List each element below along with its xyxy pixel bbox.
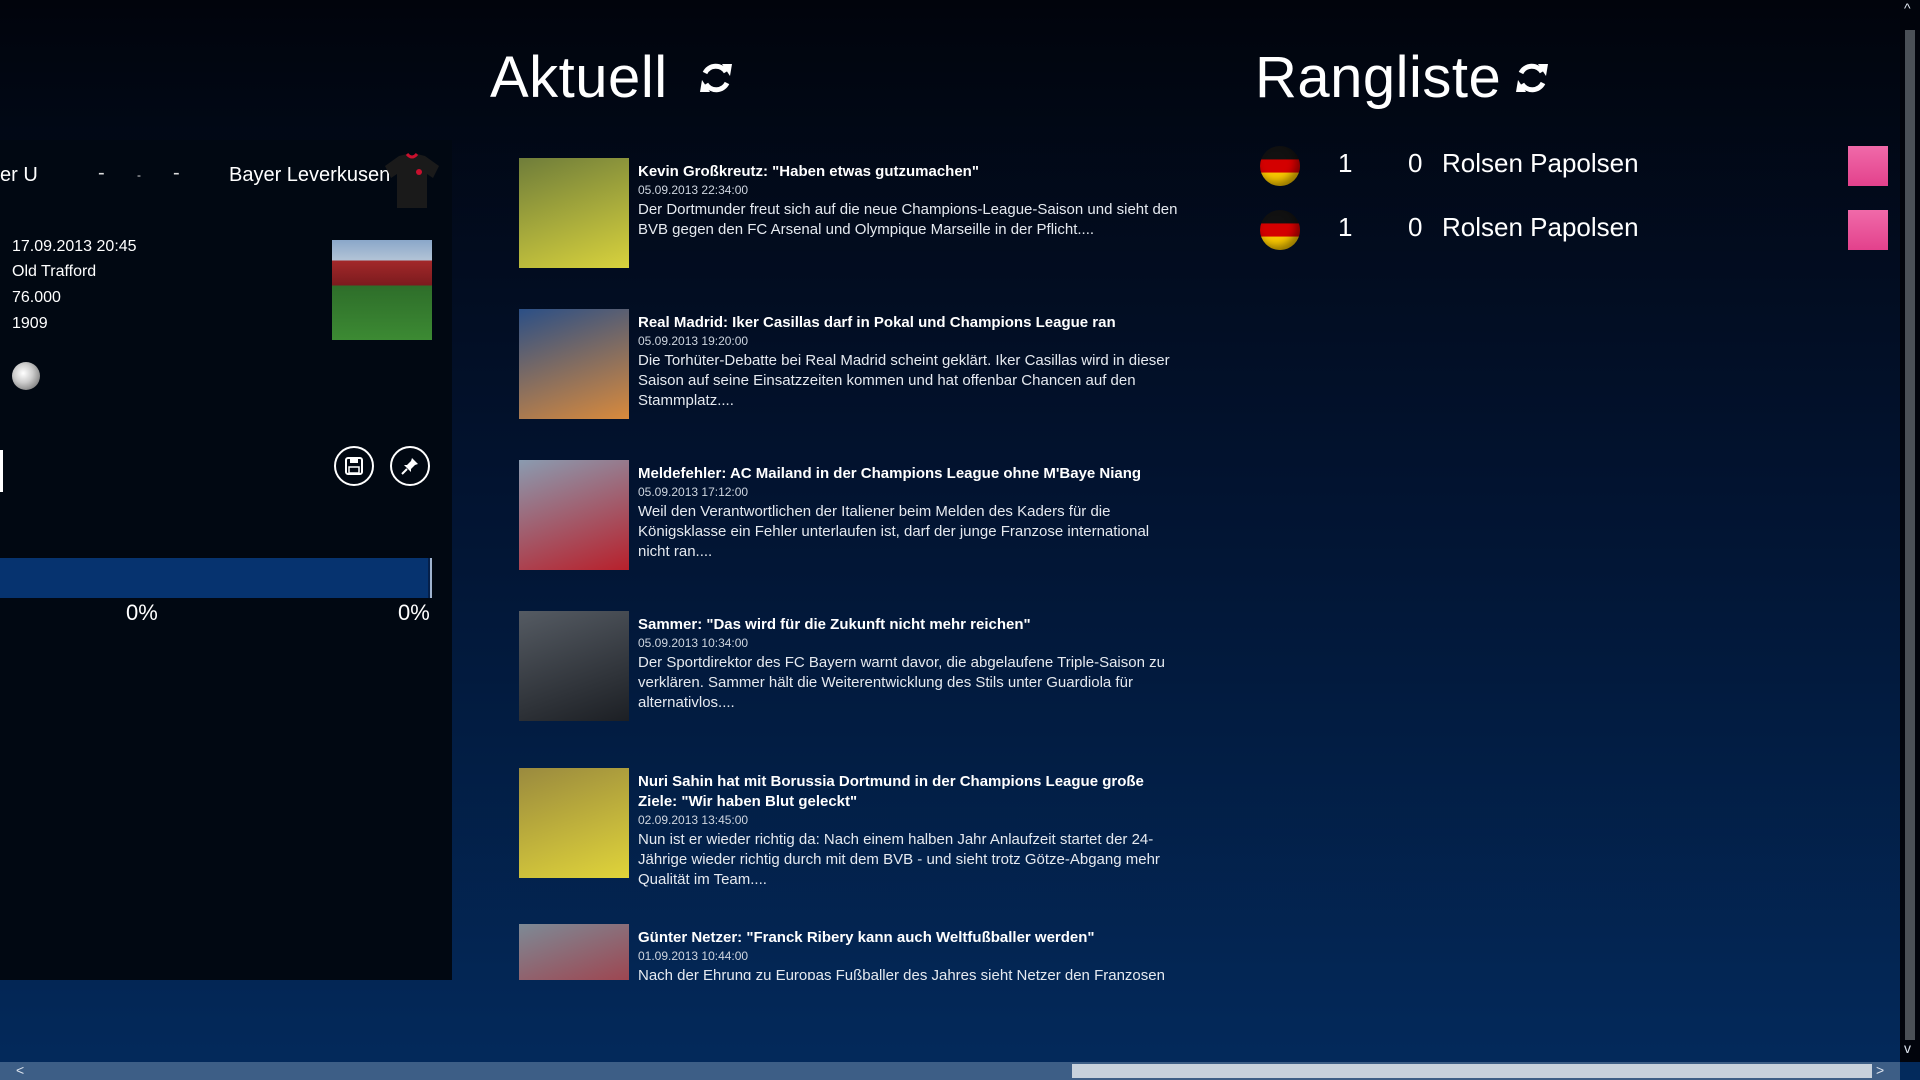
- match-year: 1909: [12, 315, 48, 332]
- news-description: Nun ist er wieder richtig da: Nach einem…: [638, 831, 1160, 888]
- news-title: Kevin Großkreutz: "Haben etwas gutzumach…: [638, 163, 979, 180]
- news-description: Der Dortmunder freut sich auf die neue C…: [638, 201, 1178, 238]
- vote-progress-end: [430, 558, 432, 598]
- stadium-image: [332, 240, 432, 340]
- ranking-position: 1: [1338, 148, 1353, 178]
- news-text: Nuri Sahin hat mit Borussia Dortmund in …: [638, 772, 1178, 890]
- refresh-ranking-icon[interactable]: [1512, 58, 1552, 98]
- news-text: Meldefehler: AC Mailand in der Champions…: [638, 464, 1178, 562]
- ranking-player-name: Rolsen Papolsen: [1442, 212, 1639, 242]
- soccer-ball-icon: [12, 362, 40, 390]
- jersey-icon: [385, 152, 439, 208]
- avatar: [1848, 210, 1888, 250]
- horizontal-scrollbar[interactable]: < >: [0, 1062, 1900, 1080]
- match-capacity: 76.000: [12, 289, 61, 306]
- vertical-scroll-thumb[interactable]: [1905, 30, 1915, 1040]
- vote-progress-fill: [0, 558, 428, 598]
- aktuell-title: Aktuell: [490, 45, 668, 110]
- away-team-name: Bayer Leverkusen: [229, 164, 391, 186]
- vertical-scrollbar[interactable]: ^ v: [1900, 0, 1920, 1062]
- match-datetime: 17.09.2013 20:45: [12, 238, 137, 255]
- home-team-name: er U: [0, 164, 38, 186]
- match-stadium: Old Trafford: [12, 263, 97, 280]
- match-panel: er U - - - Bayer Leverkusen 17.09.2013 2…: [0, 140, 452, 980]
- refresh-news-icon[interactable]: [696, 58, 736, 98]
- news-date: 05.09.2013 22:34:00: [638, 183, 749, 197]
- away-percentage: 0%: [398, 600, 430, 625]
- news-text: Sammer: "Das wird für die Zukunft nicht …: [638, 615, 1178, 713]
- news-thumbnail: [519, 158, 629, 268]
- text-cursor: [0, 450, 3, 492]
- news-description: Die Torhüter-Debatte bei Real Madrid sch…: [638, 352, 1170, 409]
- news-date: 05.09.2013 19:20:00: [638, 334, 749, 348]
- news-text: Günter Netzer: "Franck Ribery kann auch …: [638, 928, 1178, 980]
- news-thumbnail: [519, 309, 629, 419]
- news-date: 01.09.2013 10:44:00: [638, 949, 749, 963]
- news-list: Kevin Großkreutz: "Haben etwas gutzumach…: [519, 158, 1179, 980]
- germany-flag-icon: [1260, 210, 1300, 250]
- news-thumbnail: [519, 768, 629, 878]
- ranking-row[interactable]: 1 0 Rolsen Papolsen: [1260, 140, 1900, 190]
- horizontal-scroll-thumb[interactable]: [1072, 1064, 1872, 1078]
- news-title: Günter Netzer: "Franck Ribery kann auch …: [638, 929, 1095, 946]
- news-thumbnail: [519, 611, 629, 721]
- news-title: Meldefehler: AC Mailand in der Champions…: [638, 465, 1142, 482]
- ranking-row[interactable]: 1 0 Rolsen Papolsen: [1260, 204, 1900, 254]
- scroll-down-arrow[interactable]: v: [1904, 1040, 1911, 1056]
- news-thumbnail: [519, 460, 629, 570]
- news-description: Weil den Verantwortlichen der Italiener …: [638, 503, 1150, 560]
- score-dash: -: [98, 162, 105, 184]
- news-thumbnail: [519, 924, 629, 980]
- score-dash: -: [137, 168, 141, 182]
- news-description: Nach der Ehrung zu Europas Fußballer des…: [638, 967, 1165, 980]
- ranking-points: 0: [1408, 148, 1423, 178]
- news-date: 05.09.2013 17:12:00: [638, 485, 749, 499]
- ranking-player-name: Rolsen Papolsen: [1442, 148, 1639, 178]
- save-icon: [345, 457, 363, 475]
- score-dash: -: [173, 162, 180, 184]
- avatar: [1848, 146, 1888, 186]
- news-title: Nuri Sahin hat mit Borussia Dortmund in …: [638, 773, 1144, 810]
- scroll-up-arrow[interactable]: ^: [1904, 0, 1911, 16]
- ranking-position: 1: [1338, 212, 1353, 242]
- news-date: 05.09.2013 10:34:00: [638, 636, 749, 650]
- pin-button[interactable]: [390, 446, 430, 486]
- news-text: Kevin Großkreutz: "Haben etwas gutzumach…: [638, 162, 1178, 240]
- news-text: Real Madrid: Iker Casillas darf in Pokal…: [638, 313, 1178, 411]
- news-title: Real Madrid: Iker Casillas darf in Pokal…: [638, 314, 1116, 331]
- ranking-points: 0: [1408, 212, 1423, 242]
- save-button[interactable]: [334, 446, 374, 486]
- news-description: Der Sportdirektor des FC Bayern warnt da…: [638, 654, 1165, 711]
- pin-icon: [401, 458, 418, 475]
- news-date: 02.09.2013 13:45:00: [638, 813, 749, 827]
- germany-flag-icon: [1260, 146, 1300, 186]
- vote-progress-bar: [0, 558, 432, 598]
- news-title: Sammer: "Das wird für die Zukunft nicht …: [638, 616, 1031, 633]
- scroll-left-arrow[interactable]: <: [16, 1062, 24, 1078]
- home-percentage: 0%: [126, 600, 158, 625]
- rangliste-title: Rangliste: [1255, 45, 1502, 110]
- scroll-right-arrow[interactable]: >: [1876, 1062, 1884, 1078]
